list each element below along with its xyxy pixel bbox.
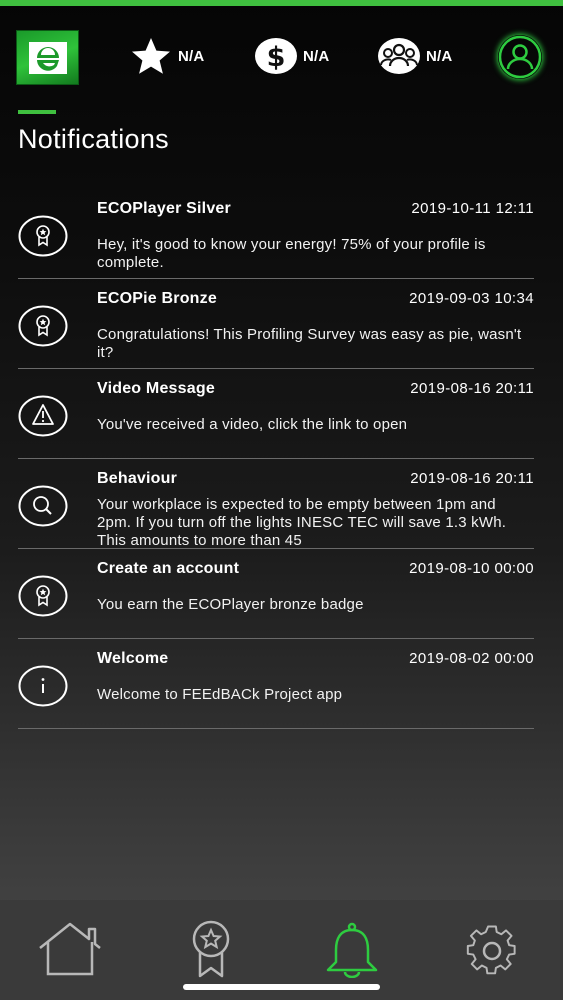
notification-time: 2019-10-11 12:11 (411, 200, 534, 217)
notification-time: 2019-08-16 20:11 (410, 380, 534, 397)
notification-time: 2019-09-03 10:34 (409, 290, 534, 307)
search-icon (18, 485, 68, 527)
notification-time: 2019-08-10 00:00 (409, 560, 534, 577)
info-icon (18, 665, 68, 707)
tab-home[interactable] (37, 920, 103, 983)
group-icon (378, 38, 420, 74)
notification-time: 2019-08-02 00:00 (409, 650, 534, 667)
money-stat[interactable]: $ N/A (253, 36, 329, 76)
notification-item[interactable]: Video Message 2019-08-16 20:11 You've re… (18, 369, 534, 459)
star-icon (132, 38, 170, 74)
gear-icon (466, 925, 516, 975)
notification-item[interactable]: Welcome 2019-08-02 00:00 Welcome to FEEd… (18, 639, 534, 729)
notification-title: Create an account (97, 560, 240, 577)
badge-icon (18, 575, 68, 617)
badge-icon (18, 215, 68, 257)
stars-value: N/A (178, 47, 205, 65)
notification-body: Welcome to FEEdBACk Project app (97, 686, 343, 703)
notification-item[interactable]: Create an account 2019-08-10 00:00 You e… (18, 549, 534, 639)
profile-button[interactable] (498, 35, 542, 79)
title-accent (18, 110, 56, 114)
money-value: N/A (303, 47, 330, 65)
notification-item[interactable]: Behaviour 2019-08-16 20:11 Your workplac… (18, 459, 534, 549)
stars-stat[interactable]: N/A (128, 36, 204, 76)
svg-text:$: $ (267, 42, 286, 73)
top-bar: N/A $ N/A N/A (0, 6, 563, 102)
notification-title: Behaviour (97, 470, 178, 487)
notification-title: ECOPlayer Silver (97, 200, 231, 217)
page-title: Notifications (18, 124, 169, 154)
notification-item[interactable]: ECOPlayer Silver 2019-10-11 12:11 Hey, i… (18, 189, 534, 279)
notification-body: You earn the ECOPlayer bronze badge (97, 596, 364, 613)
bell-icon (326, 922, 378, 979)
notification-body: Your workplace is expected to be empty b… (97, 496, 507, 549)
home-indicator[interactable] (183, 984, 380, 990)
logo-e-icon (29, 42, 67, 74)
badge-icon (192, 920, 230, 978)
notification-title: Video Message (97, 380, 215, 397)
warning-icon (18, 395, 68, 437)
dollar-icon: $ (255, 38, 297, 74)
badge-icon (18, 305, 68, 347)
notification-time: 2019-08-16 20:11 (410, 470, 534, 487)
notification-item[interactable]: ECOPie Bronze 2019-09-03 10:34 Congratul… (18, 279, 534, 369)
tab-badges[interactable] (186, 920, 236, 985)
notification-body: Hey, it's good to know your energy! 75% … (97, 236, 486, 271)
notification-body: You've received a video, click the link … (97, 416, 408, 433)
notification-body: Congratulations! This Profiling Survey w… (97, 326, 522, 361)
community-stat[interactable]: N/A (376, 36, 452, 76)
user-icon (498, 35, 542, 79)
community-value: N/A (426, 47, 453, 65)
notification-list: ECOPlayer Silver 2019-10-11 12:11 Hey, i… (18, 189, 534, 729)
home-icon (39, 922, 101, 976)
notification-title: Welcome (97, 650, 169, 667)
app-logo[interactable] (16, 30, 79, 85)
notification-title: ECOPie Bronze (97, 290, 217, 307)
tab-notifications[interactable] (323, 922, 381, 983)
tab-settings[interactable] (460, 924, 524, 983)
